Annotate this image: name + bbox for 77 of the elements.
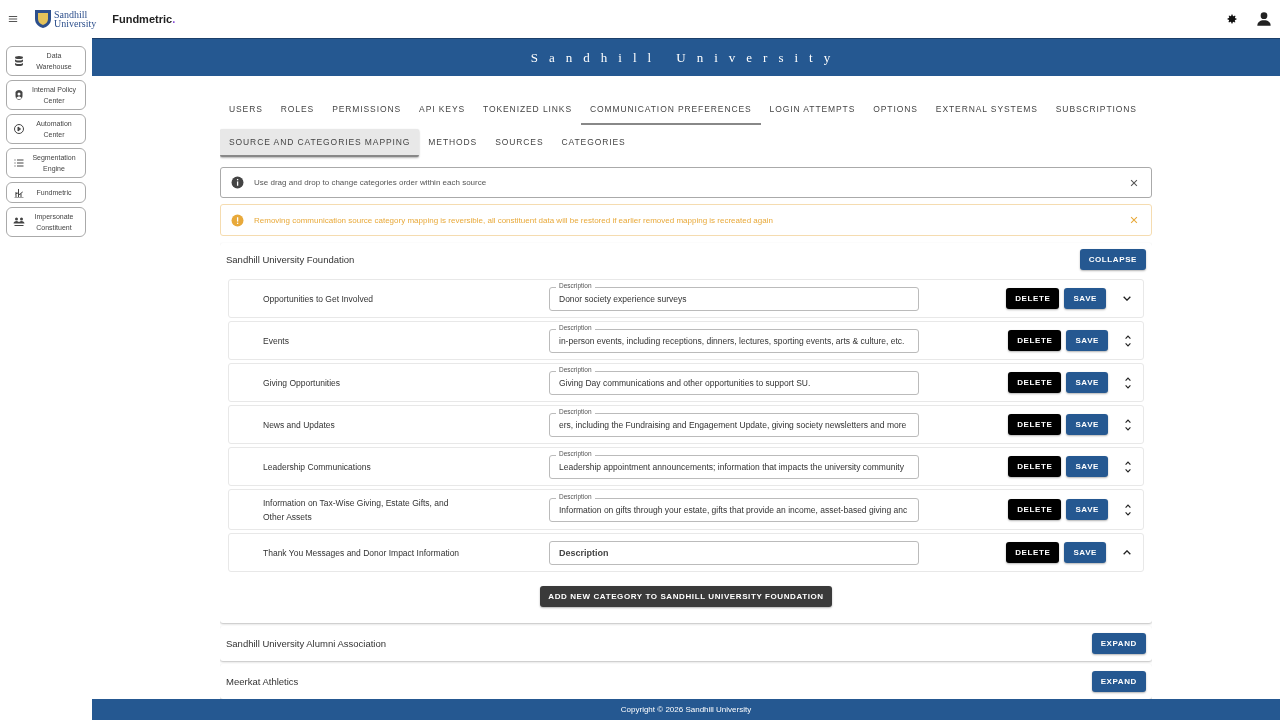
category-name: Thank You Messages and Donor Impact Information (263, 546, 461, 560)
reorder-button[interactable] (1123, 296, 1131, 301)
chevron-down-icon (1123, 296, 1131, 301)
database-icon (13, 55, 25, 67)
delete-button[interactable]: DELETE (1008, 330, 1062, 351)
save-button[interactable]: SAVE (1066, 372, 1108, 393)
chevron-up-icon (1123, 550, 1131, 555)
up-down-chevron-icon (1125, 460, 1131, 473)
category-name: Giving Opportunities (263, 376, 341, 390)
footer: Copyright © 2026 Sandhill University (92, 699, 1280, 720)
reorder-button[interactable] (1125, 376, 1131, 389)
expand-button[interactable]: EXPAND (1091, 671, 1146, 692)
list-icon (13, 157, 25, 169)
collapse-button[interactable]: COLLAPSE (1079, 249, 1146, 270)
reorder-button[interactable] (1125, 334, 1131, 347)
people-icon (13, 216, 25, 228)
save-button[interactable]: SAVE (1064, 288, 1106, 309)
save-button[interactable]: SAVE (1066, 414, 1108, 435)
tab[interactable]: SUBSCRIPTIONS (1046, 96, 1146, 125)
source-name: Sandhill University Foundation (226, 254, 355, 265)
person-badge-icon (13, 89, 25, 101)
category-name: Information on Tax-Wise Giving, Estate Gifts, and Other Assets (263, 496, 450, 524)
up-down-chevron-icon (1125, 334, 1131, 347)
reorder-button[interactable] (1125, 460, 1131, 473)
tab[interactable]: COMMUNICATION PREFERENCES (580, 96, 761, 125)
source-name: Meerkat Athletics (226, 676, 299, 687)
source-name: Sandhill University Alumni Association (226, 638, 386, 649)
reorder-button[interactable] (1123, 550, 1131, 555)
delete-button[interactable]: DELETE (1008, 414, 1062, 435)
up-down-chevron-icon (1125, 376, 1131, 389)
category-row[interactable]: Thank You Messages and Donor Impact Information Description DELETE SAVE (228, 533, 1144, 572)
alert-text: Use drag and drop to change categories order within each source (254, 178, 488, 188)
delete-button[interactable]: DELETE (1006, 542, 1060, 563)
user-icon[interactable] (1256, 11, 1272, 27)
tab[interactable]: TOKENIZED LINKS (474, 96, 581, 125)
category-name: Opportunities to Get Involved (263, 292, 375, 306)
info-icon (231, 176, 244, 190)
tab[interactable]: USERS (220, 96, 272, 125)
tab[interactable]: PERMISSIONS (323, 96, 411, 125)
sub-tab[interactable]: CATEGORIES (552, 129, 635, 157)
tab[interactable]: EXTERNAL SYSTEMS (926, 96, 1047, 125)
logo-subtext: University (54, 19, 97, 28)
brand-name: Fundmetric. (112, 13, 176, 25)
tab[interactable]: OPTIONS (864, 96, 927, 125)
warning-icon (231, 213, 244, 227)
logo-text: Sandhill (54, 10, 89, 19)
delete-button[interactable]: DELETE (1008, 372, 1062, 393)
save-button[interactable]: SAVE (1064, 542, 1106, 563)
shield-logo-icon (34, 9, 52, 29)
sub-tab[interactable]: SOURCES (486, 129, 553, 157)
reorder-button[interactable] (1125, 418, 1131, 431)
play-circle-icon (13, 123, 25, 135)
delete-button[interactable]: DELETE (1006, 288, 1060, 309)
description-field[interactable]: Description (549, 540, 919, 565)
alert-text: Removing communication source category mapping is reversible, all constituent data will be restored if earlier removed mapping is recreated again (254, 215, 774, 225)
reorder-button[interactable] (1125, 503, 1131, 516)
save-button[interactable]: SAVE (1066, 499, 1108, 520)
sub-tab[interactable]: METHODS (419, 129, 487, 157)
expand-button[interactable]: EXPAND (1091, 633, 1146, 654)
tab[interactable]: API KEYS (410, 96, 475, 125)
up-down-chevron-icon (1125, 418, 1131, 431)
settings-icon[interactable] (1226, 13, 1238, 25)
delete-button[interactable]: DELETE (1008, 456, 1062, 477)
save-button[interactable]: SAVE (1066, 456, 1108, 477)
category-name: Events (263, 334, 290, 348)
category-name: News and Updates (263, 418, 336, 432)
tab[interactable]: ROLES (271, 96, 324, 125)
chart-icon (13, 186, 25, 199)
menu-icon[interactable] (8, 14, 18, 24)
university-banner: Sandhill University (92, 38, 1280, 76)
sub-tab[interactable]: SOURCE AND CATEGORIES MAPPING (220, 129, 420, 157)
save-button[interactable]: SAVE (1066, 330, 1108, 351)
delete-button[interactable]: DELETE (1008, 499, 1062, 520)
category-name: Leadership Communications (263, 460, 372, 474)
up-down-chevron-icon (1125, 503, 1131, 516)
tab[interactable]: LOGIN ATTEMPTS (760, 96, 865, 125)
add-category-button[interactable]: ADD NEW CATEGORY TO SANDHILL UNIVERSITY FOUNDATION (540, 586, 832, 607)
